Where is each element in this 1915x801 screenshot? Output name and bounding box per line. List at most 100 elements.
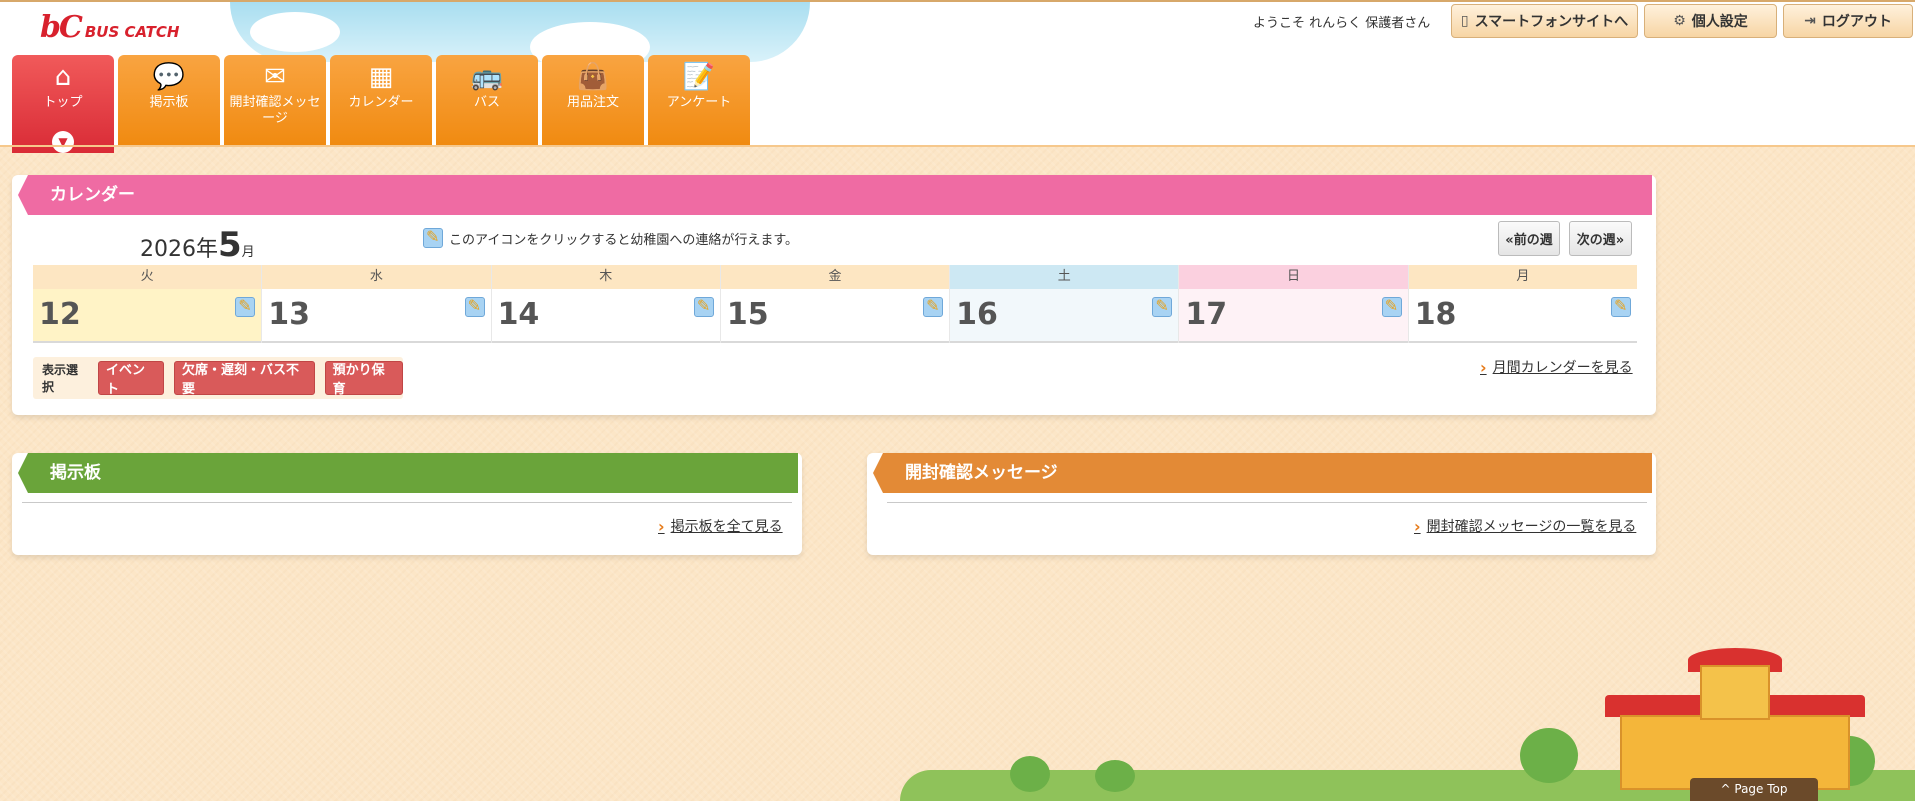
day-of-week: 土	[950, 265, 1179, 289]
chevron-down-icon: ▼	[52, 131, 74, 153]
next-week-button[interactable]: 次の週»	[1569, 221, 1632, 256]
logo[interactable]: bC BUS CATCH	[40, 10, 179, 45]
contact-hint-text: このアイコンをクリックすると幼稚園への連絡が行えます。	[449, 232, 799, 248]
monthly-calendar-link[interactable]: › 月間カレンダーを見る	[1480, 357, 1633, 377]
pencil-icon[interactable]	[235, 296, 256, 317]
cloud-decoration	[250, 12, 340, 52]
read-confirm-divider	[887, 502, 1647, 503]
calendar-icon: ▦	[368, 62, 394, 92]
tree-decoration	[1010, 756, 1050, 792]
logo-text: BUS CATCH	[84, 22, 180, 41]
day-number: 13	[268, 297, 311, 332]
day-number: 18	[1414, 297, 1457, 332]
logout-icon: ⇥	[1804, 13, 1816, 29]
filter-absence-button[interactable]: 欠席・遅刻・バス不要	[173, 361, 315, 397]
calendar-day: 土 16	[950, 265, 1180, 343]
personal-settings-button[interactable]: ⚙ 個人設定	[1644, 4, 1777, 38]
calendar-month-unit: 月	[241, 245, 255, 260]
tab-read-confirm[interactable]: ✉ 開封確認メッセージ	[224, 55, 326, 147]
logout-label: ログアウト	[1821, 14, 1892, 30]
chevron-right-icon: ›	[1414, 516, 1421, 536]
smartphone-site-button[interactable]: ▯ スマートフォンサイトへ	[1451, 4, 1638, 38]
smartphone-site-label: スマートフォンサイトへ	[1474, 14, 1629, 30]
day-of-week: 木	[491, 265, 720, 289]
tab-calendar[interactable]: ▦ カレンダー	[330, 55, 432, 147]
envelope-icon: ✉	[264, 62, 286, 92]
smartphone-icon: ▯	[1460, 13, 1469, 29]
personal-settings-label: 個人設定	[1691, 14, 1748, 30]
calendar-day: 水 13	[262, 265, 492, 343]
board-panel-title: 掲示板	[50, 463, 101, 483]
page-top-label: Page Top	[1734, 782, 1788, 796]
filter-label: 表示選択	[42, 363, 79, 394]
calendar-day: 火 12	[33, 265, 263, 343]
header: bC BUS CATCH ようこそ れんらく 保護者さん ▯ スマートフォンサイ…	[0, 0, 1915, 153]
chevron-up-icon: ^	[1720, 782, 1731, 796]
board-all-link-text: 掲示板を全て見る	[670, 519, 783, 535]
logout-button[interactable]: ⇥ ログアウト	[1783, 4, 1913, 38]
shopping-bag-icon: 👜	[576, 62, 610, 92]
tab-calendar-label: カレンダー	[348, 95, 414, 110]
tab-top-label: トップ	[43, 95, 83, 110]
read-confirm-panel-title: 開封確認メッセージ	[905, 463, 1058, 483]
logo-mark: bC	[40, 10, 83, 45]
day-cell[interactable]: 15	[720, 289, 950, 343]
day-of-week: 水	[262, 265, 491, 289]
tab-board-label: 掲示板	[149, 95, 189, 110]
prev-week-button[interactable]: «前の週	[1498, 221, 1560, 256]
pencil-icon[interactable]	[464, 296, 485, 317]
calendar-header-ribbon: カレンダー	[18, 175, 1652, 215]
calendar-panel-title: カレンダー	[50, 185, 135, 205]
tab-bus-label: バス	[473, 95, 500, 110]
read-confirm-list-link[interactable]: › 開封確認メッセージの一覧を見る	[1414, 516, 1636, 536]
calendar-year: 2026年	[140, 237, 218, 262]
day-number: 15	[726, 297, 769, 332]
calendar-day: 日 17	[1179, 265, 1409, 343]
day-cell[interactable]: 14	[491, 289, 720, 343]
day-number: 17	[1185, 297, 1228, 332]
nav-underline	[0, 145, 1915, 147]
day-cell[interactable]: 18	[1408, 289, 1637, 343]
notepad-icon: 📝	[682, 62, 716, 92]
tab-supplies[interactable]: 👜 用品注文	[542, 55, 644, 147]
display-filter: 表示選択 イベント 欠席・遅刻・バス不要 預かり保育	[33, 357, 403, 399]
day-of-week: 日	[1179, 265, 1408, 289]
tree-decoration	[1095, 760, 1135, 792]
calendar-month: 5	[218, 225, 242, 265]
pencil-icon[interactable]	[1381, 296, 1402, 317]
day-cell[interactable]: 17	[1179, 289, 1408, 343]
pencil-icon[interactable]	[1610, 296, 1631, 317]
contact-hint: このアイコンをクリックすると幼稚園への連絡が行えます。	[423, 227, 799, 248]
welcome-text: ようこそ れんらく 保護者さん	[1253, 16, 1431, 31]
tab-survey-label: アンケート	[666, 95, 732, 110]
day-number: 14	[497, 297, 540, 332]
pencil-icon	[423, 227, 443, 248]
tab-board[interactable]: 💬 掲示板	[118, 55, 220, 147]
tab-bus[interactable]: 🚌 バス	[436, 55, 538, 147]
bus-icon: 🚌	[470, 62, 504, 92]
tree-decoration	[1520, 728, 1578, 783]
speech-bubble-icon: 💬	[152, 62, 186, 92]
day-of-week: 火	[33, 265, 262, 289]
board-all-link[interactable]: › 掲示板を全て見る	[658, 516, 783, 536]
day-of-week: 金	[720, 265, 950, 289]
board-header-ribbon: 掲示板	[18, 453, 798, 493]
pencil-icon[interactable]	[693, 296, 714, 317]
page-top-button[interactable]: ^ Page Top	[1690, 778, 1818, 801]
week-calendar: 火 12 水 13 木 14 金 15 土 16 日	[33, 265, 1637, 343]
tab-top[interactable]: ⌂ トップ ▼	[12, 55, 114, 153]
tab-survey[interactable]: 📝 アンケート	[648, 55, 750, 147]
chevron-right-icon: ›	[1480, 357, 1487, 377]
monthly-calendar-link-text: 月間カレンダーを見る	[1492, 360, 1633, 376]
day-number: 12	[39, 297, 81, 332]
day-cell[interactable]: 16	[950, 289, 1179, 343]
chevron-right-icon: ›	[658, 516, 665, 536]
calendar-day: 金 15	[720, 265, 951, 343]
filter-childcare-button[interactable]: 預かり保育	[324, 361, 403, 397]
pencil-icon[interactable]	[923, 296, 944, 317]
day-cell[interactable]: 13	[262, 289, 491, 343]
calendar-day: 木 14	[491, 265, 721, 343]
pencil-icon[interactable]	[1152, 296, 1173, 317]
filter-event-button[interactable]: イベント	[98, 361, 164, 397]
day-cell[interactable]: 12	[33, 289, 262, 343]
